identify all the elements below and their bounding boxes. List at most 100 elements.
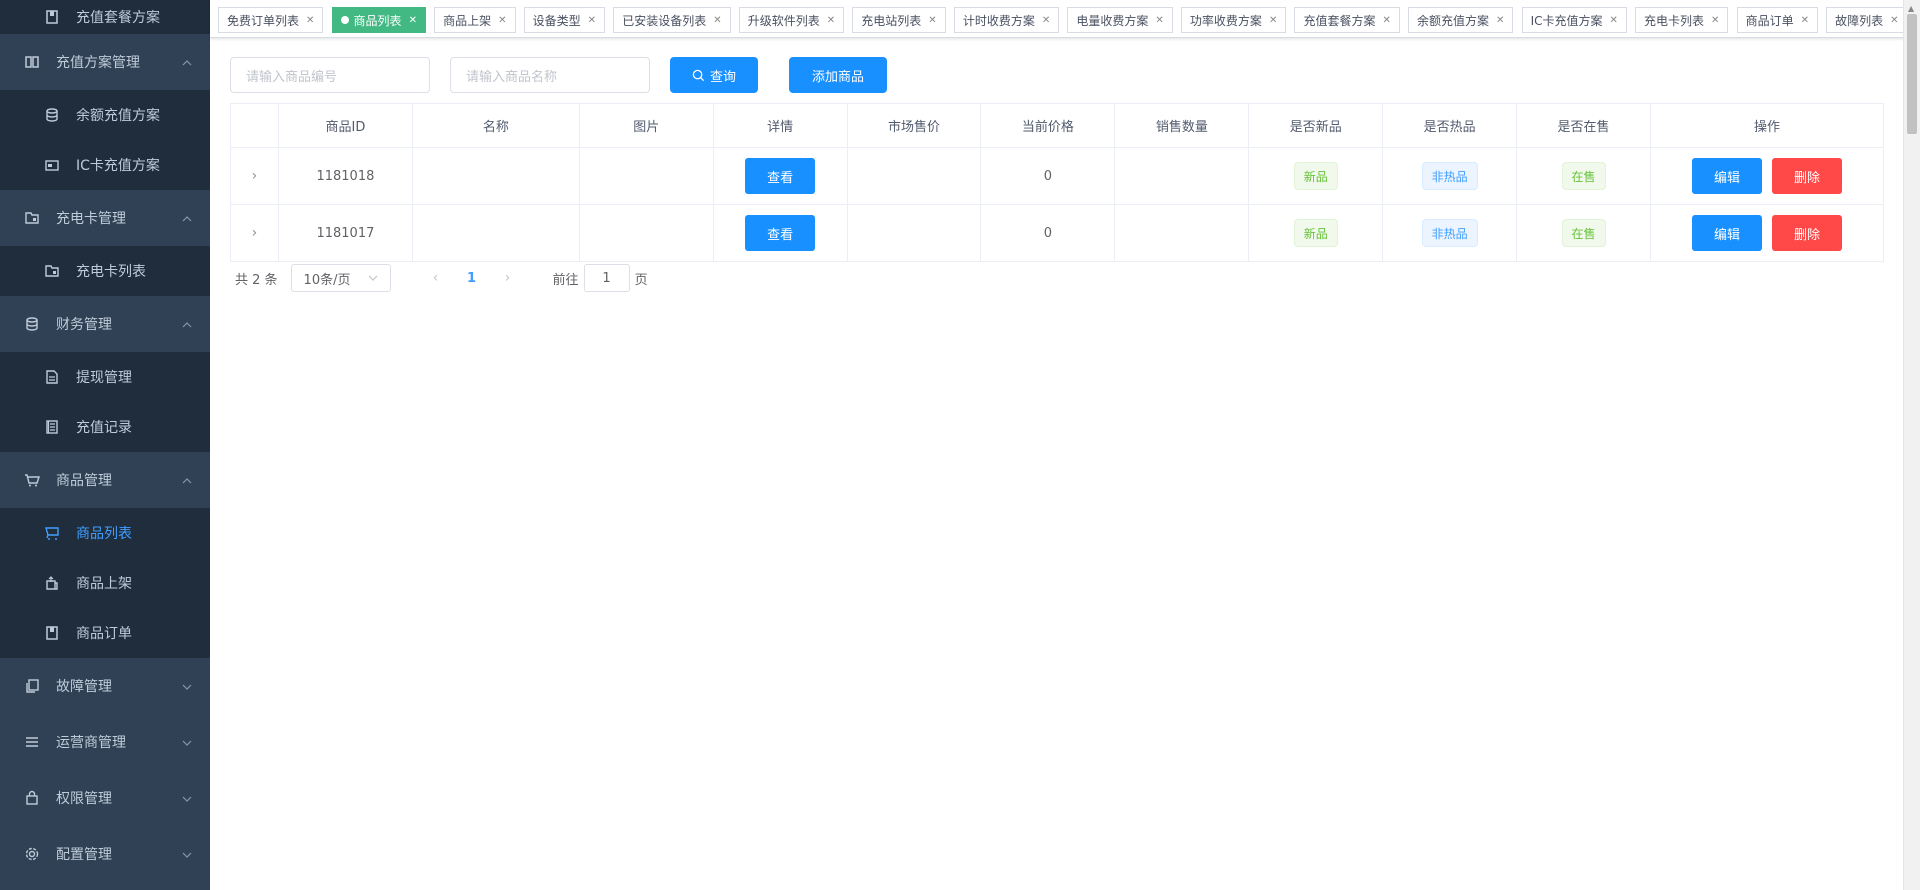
tag-goods-list[interactable]: 商品列表 ✕: [331, 7, 426, 33]
cart-icon: [24, 472, 40, 488]
cart-icon: [44, 525, 60, 541]
sidebar-item-goods-list[interactable]: 商品列表: [0, 508, 210, 558]
sidebar-group-finance[interactable]: 财务管理: [0, 296, 210, 352]
expand-cell[interactable]: ›: [230, 204, 279, 262]
column-header-id[interactable]: 商品ID: [277, 103, 413, 148]
tag-goods-shelf[interactable]: 商品上架 ✕: [434, 7, 516, 33]
actions-cell: 编辑 删除: [1649, 147, 1885, 205]
sidebar-item-balance-recharge[interactable]: 余额充值方案: [0, 90, 210, 140]
column-header-name[interactable]: 名称: [411, 103, 580, 148]
sidebar-item-label: 商品上架: [76, 576, 132, 592]
tag-goods-orders[interactable]: 商品订单 ✕: [1736, 7, 1818, 33]
table-row: › 1181018 查看 0 新品 非热品 在售 编辑 删除: [230, 147, 1885, 205]
tag-energy-billing[interactable]: 电量收费方案 ✕: [1067, 7, 1173, 33]
close-icon[interactable]: ✕: [713, 15, 721, 26]
column-header-actions[interactable]: 操作: [1649, 103, 1885, 148]
sidebar-item-goods-shelf[interactable]: 商品上架: [0, 558, 210, 608]
tag-fault-list[interactable]: 故障列表 ✕: [1826, 7, 1908, 33]
vertical-scrollbar[interactable]: ▲: [1903, 0, 1920, 890]
close-icon[interactable]: ✕: [1042, 15, 1050, 26]
goods-name-input[interactable]: 请输入商品名称: [450, 57, 650, 93]
column-header-image[interactable]: 图片: [578, 103, 714, 148]
edit-button[interactable]: 编辑: [1691, 158, 1762, 194]
tag-label: 充电卡列表: [1644, 13, 1705, 28]
chevron-up-icon: [182, 476, 192, 484]
tag-ic-recharge[interactable]: IC卡充值方案 ✕: [1521, 7, 1627, 33]
page-size-select[interactable]: 10条/页: [290, 264, 391, 292]
column-header-current-price[interactable]: 当前价格: [980, 103, 1116, 148]
sidebar-group-charging-card[interactable]: 充电卡管理: [0, 190, 210, 246]
scrollbar-thumb[interactable]: [1907, 14, 1917, 134]
tag-charging-stations[interactable]: 充电站列表 ✕: [852, 7, 946, 33]
column-header-is-new[interactable]: 是否新品: [1248, 103, 1384, 148]
tag-free-orders[interactable]: 免费订单列表 ✕: [218, 7, 324, 33]
scroll-up-arrow-icon[interactable]: ▲: [1908, 4, 1914, 13]
sidebar-item-charging-card-list[interactable]: 充电卡列表: [0, 246, 210, 296]
sidebar-group-fault[interactable]: 故障管理: [0, 658, 210, 714]
expand-cell[interactable]: ›: [230, 147, 279, 205]
sidebar-group-operator[interactable]: 运营商管理: [0, 714, 210, 770]
detail-cell: 查看: [712, 147, 848, 205]
column-header-detail[interactable]: 详情: [712, 103, 848, 148]
prev-page-button[interactable]: ‹: [421, 270, 451, 286]
close-icon[interactable]: ✕: [1382, 15, 1390, 26]
close-icon[interactable]: ✕: [1155, 15, 1163, 26]
add-goods-button[interactable]: 添加商品: [789, 57, 887, 93]
column-header-sales[interactable]: 销售数量: [1114, 103, 1250, 148]
close-icon[interactable]: ✕: [1801, 15, 1809, 26]
close-icon[interactable]: ✕: [306, 15, 314, 26]
chevron-down-icon: [368, 275, 377, 281]
delete-button[interactable]: 删除: [1771, 215, 1842, 251]
goto-page-input[interactable]: 1: [583, 264, 630, 292]
sidebar-item-recharge-package[interactable]: 充值套餐方案: [0, 0, 210, 34]
goods-code-input[interactable]: 请输入商品编号: [230, 57, 430, 93]
sidebar-item-ic-recharge[interactable]: IC卡充值方案: [0, 140, 210, 190]
chevron-right-icon[interactable]: ›: [252, 168, 258, 184]
tag-power-billing[interactable]: 功率收费方案 ✕: [1180, 7, 1287, 33]
current-price-cell: 0: [980, 147, 1116, 205]
chevron-right-icon[interactable]: ›: [252, 225, 258, 241]
close-icon[interactable]: ✕: [409, 15, 417, 26]
column-header-is-hot[interactable]: 是否热品: [1382, 103, 1518, 148]
tag-recharge-package[interactable]: 充值套餐方案 ✕: [1294, 7, 1400, 33]
page-size-value: 10条/页: [303, 272, 351, 288]
sidebar-group-config[interactable]: 配置管理: [0, 826, 210, 882]
sales-cell: [1114, 204, 1250, 262]
close-icon[interactable]: ✕: [827, 15, 835, 26]
query-button[interactable]: 查询: [670, 57, 758, 93]
close-icon[interactable]: ✕: [1890, 15, 1898, 26]
close-icon[interactable]: ✕: [1269, 15, 1277, 26]
close-icon[interactable]: ✕: [1609, 15, 1617, 26]
close-icon[interactable]: ✕: [928, 15, 936, 26]
query-button-label: 查询: [709, 69, 736, 85]
sidebar-item-recharge-records[interactable]: 充值记录: [0, 402, 210, 452]
column-header-market-price[interactable]: 市场售价: [846, 103, 982, 148]
sidebar-group-goods[interactable]: 商品管理: [0, 452, 210, 508]
tag-charging-card-list[interactable]: 充电卡列表 ✕: [1635, 7, 1729, 33]
filter-bar: 请输入商品编号 请输入商品名称 查询 添加商品: [230, 57, 887, 93]
column-header-on-sale[interactable]: 是否在售: [1516, 103, 1651, 148]
delete-button[interactable]: 删除: [1771, 158, 1842, 194]
close-icon[interactable]: ✕: [498, 15, 506, 26]
sidebar-group-permission[interactable]: 权限管理: [0, 770, 210, 826]
sidebar-group-recharge-plan[interactable]: 充值方案管理: [0, 34, 210, 90]
tag-label: 已安装设备列表: [622, 13, 707, 28]
close-icon[interactable]: ✕: [588, 15, 596, 26]
tag-time-billing[interactable]: 计时收费方案 ✕: [953, 7, 1060, 33]
view-detail-button[interactable]: 查看: [745, 215, 816, 251]
tag-upgrade-software[interactable]: 升级软件列表 ✕: [738, 7, 845, 33]
sidebar-item-withdraw[interactable]: 提现管理: [0, 352, 210, 402]
goods-image-cell: [578, 147, 714, 205]
tag-balance-recharge[interactable]: 余额充值方案 ✕: [1408, 7, 1514, 33]
sidebar-item-goods-orders[interactable]: 商品订单: [0, 608, 210, 658]
tag-device-type[interactable]: 设备类型 ✕: [523, 7, 606, 33]
card-icon: [44, 157, 60, 173]
is-new-cell: 新品: [1248, 147, 1384, 205]
view-detail-button[interactable]: 查看: [745, 158, 816, 194]
edit-button[interactable]: 编辑: [1691, 215, 1762, 251]
next-page-button[interactable]: ›: [493, 270, 523, 286]
page-number-current[interactable]: 1: [457, 271, 487, 286]
close-icon[interactable]: ✕: [1496, 15, 1504, 26]
close-icon[interactable]: ✕: [1711, 15, 1719, 26]
tag-installed-devices[interactable]: 已安装设备列表 ✕: [613, 7, 731, 33]
